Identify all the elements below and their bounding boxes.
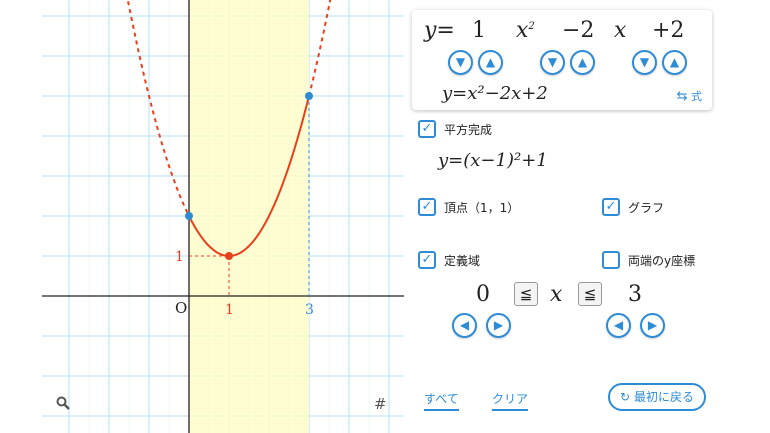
curve-outside-left (126, 0, 190, 217)
endpoint-y-label: 両端のy座標 (628, 253, 696, 268)
endpoint-y-checkbox[interactable]: 両端のy座標 (602, 251, 695, 269)
origin-label: O (175, 299, 187, 317)
reset-button[interactable]: ↻ 最初に戻る (608, 383, 706, 411)
graph-checkbox[interactable]: ✓ グラフ (602, 198, 664, 216)
domain-min-value: 0 (476, 282, 490, 307)
graph-canvas[interactable]: O 1 3 1 (42, 0, 404, 433)
vertex-checkbox[interactable]: ✓ 頂点（1，1） (418, 198, 519, 216)
x-squared-var: x2 (516, 18, 535, 43)
coef-a-value: 1 (472, 18, 486, 43)
domain-max-value: 3 (628, 282, 642, 307)
coef-c-value: +2 (652, 18, 685, 43)
vertex-label: 頂点（1，1） (444, 200, 520, 215)
swap-arrows-icon: ⇆ (676, 89, 688, 104)
coef-b-down-button[interactable]: ▼ (540, 50, 565, 75)
domain-var: x (550, 282, 563, 307)
checkbox-box[interactable]: ✓ (418, 251, 436, 269)
coefficient-row: y= 1 x2 −2 x +2 (412, 18, 712, 48)
equation-card: y= 1 x2 −2 x +2 ▼ ▲ ▼ ▲ ▼ ▲ y=x²−2x+2 ⇆ … (412, 10, 712, 110)
domain-min-right-button[interactable]: ▶ (486, 313, 511, 338)
domain-max-inequality-button[interactable]: ≦ (578, 282, 602, 306)
curve-outside-right (308, 0, 332, 97)
coef-a-up-button[interactable]: ▲ (478, 50, 503, 75)
domain-band (189, 0, 309, 433)
y-equals: y= (424, 18, 455, 43)
graph-area[interactable]: O 1 3 1 (42, 0, 404, 433)
coef-b-value: −2 (562, 18, 595, 43)
vertex-form-formula: y=(x−1)²+1 (438, 150, 548, 171)
checkbox-box[interactable]: ✓ (602, 198, 620, 216)
toggle-formula-button[interactable]: ⇆ 式 (677, 88, 702, 104)
coef-c-down-button[interactable]: ▼ (632, 50, 657, 75)
y-tick-label-1: 1 (175, 249, 184, 265)
x-tick-label-1: 1 (225, 302, 234, 318)
completing-square-checkbox[interactable]: ✓ 平方完成 (418, 120, 492, 138)
standard-formula: y=x²−2x+2 (442, 83, 548, 104)
domain-label: 定義域 (444, 253, 481, 268)
domain-max-left-button[interactable]: ◀ (606, 313, 631, 338)
grid-icon[interactable]: # (374, 395, 387, 413)
search-icon[interactable] (56, 396, 70, 414)
toggle-formula-label: 式 (691, 90, 702, 103)
x-tick-label-3: 3 (305, 302, 314, 318)
clear-link[interactable]: クリア (492, 390, 529, 411)
checkbox-box-unchecked[interactable] (602, 251, 620, 269)
domain-checkbox[interactable]: ✓ 定義域 (418, 251, 480, 269)
coef-b-up-button[interactable]: ▲ (570, 50, 595, 75)
graph-label: グラフ (628, 200, 665, 215)
completing-square-label: 平方完成 (444, 122, 493, 137)
endpoint-point (185, 212, 193, 220)
x-var: x (614, 18, 627, 43)
vertex-point (225, 252, 233, 260)
reset-label: 最初に戻る (633, 390, 694, 404)
endpoint-point (305, 92, 313, 100)
coef-a-down-button[interactable]: ▼ (448, 50, 473, 75)
control-panel: y= 1 x2 −2 x +2 ▼ ▲ ▼ ▲ ▼ ▲ y=x²−2x+2 ⇆ … (406, 0, 770, 433)
checkbox-box[interactable]: ✓ (418, 120, 436, 138)
select-all-link[interactable]: すべて (424, 390, 459, 411)
domain-min-inequality-button[interactable]: ≦ (514, 282, 538, 306)
domain-max-right-button[interactable]: ▶ (640, 313, 665, 338)
domain-min-left-button[interactable]: ◀ (452, 313, 477, 338)
checkbox-box[interactable]: ✓ (418, 198, 436, 216)
coef-c-up-button[interactable]: ▲ (662, 50, 687, 75)
reset-icon: ↻ (620, 390, 631, 404)
